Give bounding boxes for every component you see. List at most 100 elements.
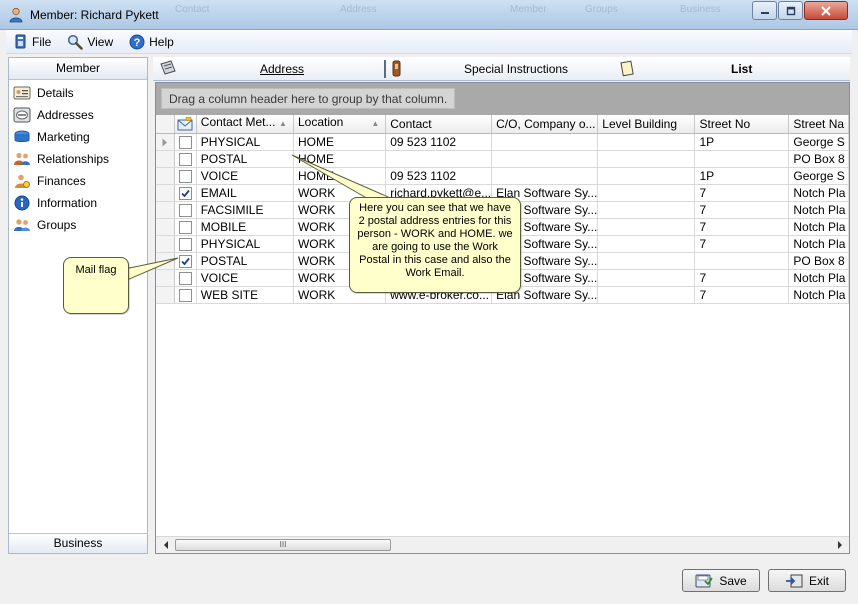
table-row[interactable]: POSTAL HOME PO Box 8 [156,150,849,168]
menu-help[interactable]: ? Help [129,34,174,50]
column-header[interactable]: C/O, Company o... [491,115,599,134]
table-cell[interactable]: George S [788,167,849,185]
table-cell[interactable]: 09 523 1102 [385,133,493,151]
scroll-right-button[interactable] [831,537,848,553]
nav-item-marketing[interactable]: Marketing [9,126,147,148]
table-cell[interactable]: 7 [694,201,790,219]
horizontal-scrollbar[interactable]: III [156,536,849,553]
mail-flag-checkbox[interactable] [178,187,192,201]
table-cell[interactable] [597,184,696,202]
table-cell[interactable] [694,150,790,168]
table-cell[interactable]: Notch Pla [788,184,849,202]
table-row[interactable]: VOICE HOME 09 523 1102 1P George S [156,167,849,185]
table-cell[interactable]: PO Box 8 [788,150,849,168]
mail-flag-checkbox[interactable] [178,153,192,167]
nav-item-relationships[interactable]: Relationships [9,148,147,170]
table-cell[interactable]: EMAIL [196,184,294,202]
row-indicator[interactable] [156,286,175,304]
minimize-button[interactable] [752,1,777,20]
table-cell[interactable]: FACSIMILE [196,201,294,219]
table-cell[interactable]: 7 [694,218,790,236]
column-header[interactable]: Street Na [788,115,849,134]
exit-button[interactable]: Exit [768,569,846,592]
table-cell[interactable] [597,286,696,304]
tab-special-instructions[interactable]: Special Instructions [389,57,615,81]
table-cell[interactable]: 09 523 1102 [385,167,493,185]
column-header[interactable]: Location ▲ [293,115,387,134]
table-cell[interactable]: Notch Pla [788,235,849,253]
table-cell[interactable] [385,150,493,168]
mail-flag-checkbox[interactable] [178,221,192,235]
table-cell[interactable]: Notch Pla [788,286,849,304]
table-cell[interactable]: PHYSICAL [196,235,294,253]
table-cell[interactable]: HOME [293,167,387,185]
mail-flag-checkbox[interactable] [178,204,192,218]
table-cell[interactable] [597,167,696,185]
table-cell[interactable] [694,252,790,270]
row-indicator[interactable] [156,167,175,185]
row-indicator[interactable] [156,133,175,151]
scroll-thumb[interactable]: III [175,539,391,551]
mail-flag-checkbox[interactable] [178,136,192,150]
table-cell[interactable]: VOICE [196,269,294,287]
table-cell[interactable] [597,269,696,287]
table-cell[interactable]: POSTAL [196,150,294,168]
table-cell[interactable] [597,133,696,151]
table-cell[interactable]: 1P [694,167,790,185]
close-button[interactable] [804,1,848,20]
table-cell[interactable]: VOICE [196,167,294,185]
maximize-button[interactable] [778,1,803,20]
row-indicator[interactable] [156,269,175,287]
mail-flag-checkbox[interactable] [178,289,192,303]
nav-item-finances[interactable]: Finances [9,170,147,192]
table-cell[interactable] [491,150,599,168]
mail-flag-checkbox[interactable] [178,170,192,184]
table-cell[interactable]: George S [788,133,849,151]
row-indicator[interactable] [156,150,175,168]
mail-flag-checkbox[interactable] [178,272,192,286]
table-cell[interactable]: PHYSICAL [196,133,294,151]
tab-list[interactable]: List [615,57,848,81]
table-cell[interactable]: POSTAL [196,252,294,270]
table-cell[interactable] [597,218,696,236]
nav-item-details[interactable]: Details [9,82,147,104]
table-cell[interactable] [491,167,599,185]
mail-flag-checkbox[interactable] [178,255,192,269]
save-button[interactable]: Save [682,569,760,592]
row-indicator[interactable] [156,252,175,270]
table-cell[interactable]: Notch Pla [788,269,849,287]
table-cell[interactable] [597,150,696,168]
table-row[interactable]: PHYSICAL HOME 09 523 1102 1P George S [156,133,849,151]
nav-item-groups[interactable]: Groups [9,214,147,236]
table-cell[interactable]: HOME [293,150,387,168]
table-cell[interactable] [491,133,599,151]
table-cell[interactable]: HOME [293,133,387,151]
table-cell[interactable]: Notch Pla [788,201,849,219]
table-cell[interactable]: MOBILE [196,218,294,236]
row-indicator[interactable] [156,201,175,219]
tab-address[interactable]: Address [157,57,387,81]
table-cell[interactable] [597,235,696,253]
table-cell[interactable] [597,201,696,219]
row-indicator[interactable] [156,218,175,236]
column-header[interactable]: Street No [694,115,790,134]
mail-flag-checkbox[interactable] [178,238,192,252]
table-cell[interactable]: 7 [694,286,790,304]
row-indicator[interactable] [156,235,175,253]
table-cell[interactable]: 1P [694,133,790,151]
nav-group-business[interactable]: Business [9,533,147,553]
column-header[interactable]: Contact [385,115,493,134]
menu-file[interactable]: File [14,34,51,50]
table-cell[interactable]: PO Box 8 [788,252,849,270]
scroll-left-button[interactable] [157,537,174,553]
column-header[interactable]: Contact Met... ▲ [196,115,294,134]
menu-view[interactable]: View [67,34,113,50]
row-indicator[interactable] [156,184,175,202]
table-cell[interactable]: 7 [694,235,790,253]
table-cell[interactable]: 7 [694,184,790,202]
column-header[interactable]: Level Building [597,115,696,134]
table-cell[interactable]: 7 [694,269,790,287]
group-by-panel[interactable]: Drag a column header here to group by th… [156,83,849,115]
nav-item-addresses[interactable]: Addresses [9,104,147,126]
mail-flag-column-header[interactable] [174,115,197,134]
